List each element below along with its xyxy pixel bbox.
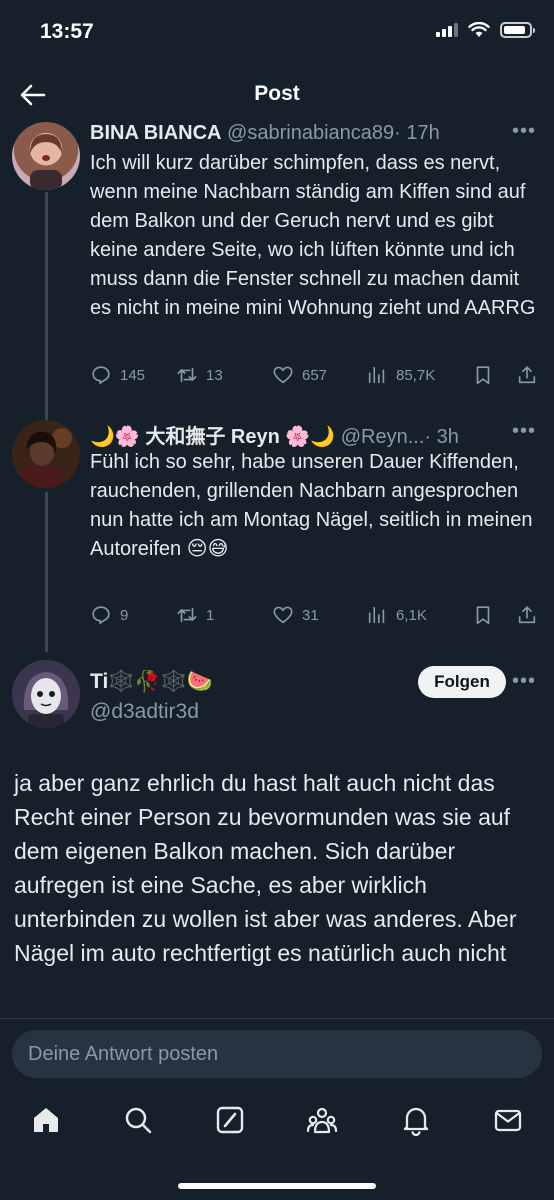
like-button[interactable]: 657: [272, 364, 366, 386]
notifications-icon[interactable]: [400, 1104, 432, 1136]
thread-line: [45, 192, 48, 420]
reply-count: 145: [120, 366, 146, 384]
author-name[interactable]: Ti🕸️🥀🕸️🍉: [90, 670, 213, 693]
reply-placeholder: Deine Antwort posten: [28, 1043, 219, 1065]
signal-icon: [436, 23, 458, 37]
bookmark-icon: [476, 606, 490, 625]
more-options-icon[interactable]: •••: [512, 670, 536, 693]
bookmark-button[interactable]: [472, 364, 516, 386]
retweet-icon: [177, 367, 197, 383]
status-icons: [436, 22, 535, 38]
wifi-icon: [468, 22, 490, 37]
like-count: 31: [302, 606, 319, 624]
like-count: 657: [302, 366, 328, 384]
battery-icon: [500, 22, 535, 38]
divider: [0, 1018, 554, 1019]
tweet-text: Fühl ich so sehr, habe unseren Dauer Kif…: [90, 451, 533, 560]
retweet-button[interactable]: 13: [176, 364, 272, 386]
bookmark-icon: [476, 366, 490, 385]
tweet-text: Ich will kurz darüber schimpfen, dass es…: [90, 152, 536, 319]
views-button[interactable]: 85,7K: [366, 364, 472, 386]
top-bar: Post: [0, 70, 554, 120]
author-handle[interactable]: @d3adtir3d: [90, 700, 199, 723]
tweet-time: · 3h: [424, 426, 459, 448]
home-icon[interactable]: [30, 1104, 62, 1136]
reply-icon: [92, 606, 110, 625]
avatar-image: [30, 134, 62, 190]
author-handle[interactable]: @sabrinabianca89: [227, 122, 394, 144]
status-time: 13:57: [40, 20, 94, 43]
tweet-time: · 17h: [394, 122, 440, 144]
follow-button[interactable]: Folgen: [418, 666, 506, 698]
retweet-count: 1: [206, 606, 215, 624]
more-options-icon[interactable]: •••: [512, 420, 536, 443]
share-icon: [518, 366, 536, 384]
retweet-icon: [177, 607, 197, 623]
views-icon: [368, 606, 385, 624]
home-indicator[interactable]: [178, 1183, 376, 1189]
reply-button[interactable]: 145: [90, 364, 176, 386]
reply-button[interactable]: 9: [90, 604, 176, 626]
tweet-actions: 145 13 657 85,7K: [90, 360, 542, 390]
status-bar: 13:57: [0, 0, 554, 66]
avatar-image: [12, 660, 80, 728]
tweet-actions: 9 1 31 6,1K: [90, 600, 542, 630]
views-icon: [368, 366, 385, 384]
grok-icon[interactable]: [214, 1104, 246, 1136]
communities-icon[interactable]: [306, 1104, 338, 1136]
avatar[interactable]: [12, 660, 80, 728]
share-icon: [518, 606, 536, 624]
thread-line: [45, 492, 48, 652]
main-tweet-text: ja aber ganz ehrlich du hast halt auch n…: [14, 770, 517, 966]
messages-icon[interactable]: [492, 1104, 524, 1136]
reply-input[interactable]: Deine Antwort posten: [12, 1030, 542, 1078]
share-button[interactable]: [516, 364, 538, 386]
share-button[interactable]: [516, 604, 538, 626]
retweet-button[interactable]: 1: [176, 604, 272, 626]
views-count: 85,7K: [396, 366, 436, 384]
avatar[interactable]: [12, 122, 80, 190]
views-button[interactable]: 6,1K: [366, 604, 472, 626]
author-handle[interactable]: @Reyn...: [341, 426, 425, 448]
views-count: 6,1K: [396, 606, 427, 624]
page-title: Post: [254, 82, 300, 105]
heart-icon: [273, 606, 293, 624]
avatar[interactable]: [12, 420, 80, 488]
retweet-count: 13: [206, 366, 223, 384]
author-name[interactable]: BINA BIANCA: [90, 122, 221, 144]
reply-icon: [92, 366, 110, 385]
search-icon[interactable]: [122, 1104, 154, 1136]
heart-icon: [273, 366, 293, 384]
author-name[interactable]: 🌙🌸 大和撫子 Reyn 🌸🌙: [90, 426, 335, 448]
reply-count: 9: [120, 606, 129, 624]
more-options-icon[interactable]: •••: [512, 120, 536, 143]
avatar-image: [12, 420, 80, 488]
like-button[interactable]: 31: [272, 604, 366, 626]
bookmark-button[interactable]: [472, 604, 516, 626]
